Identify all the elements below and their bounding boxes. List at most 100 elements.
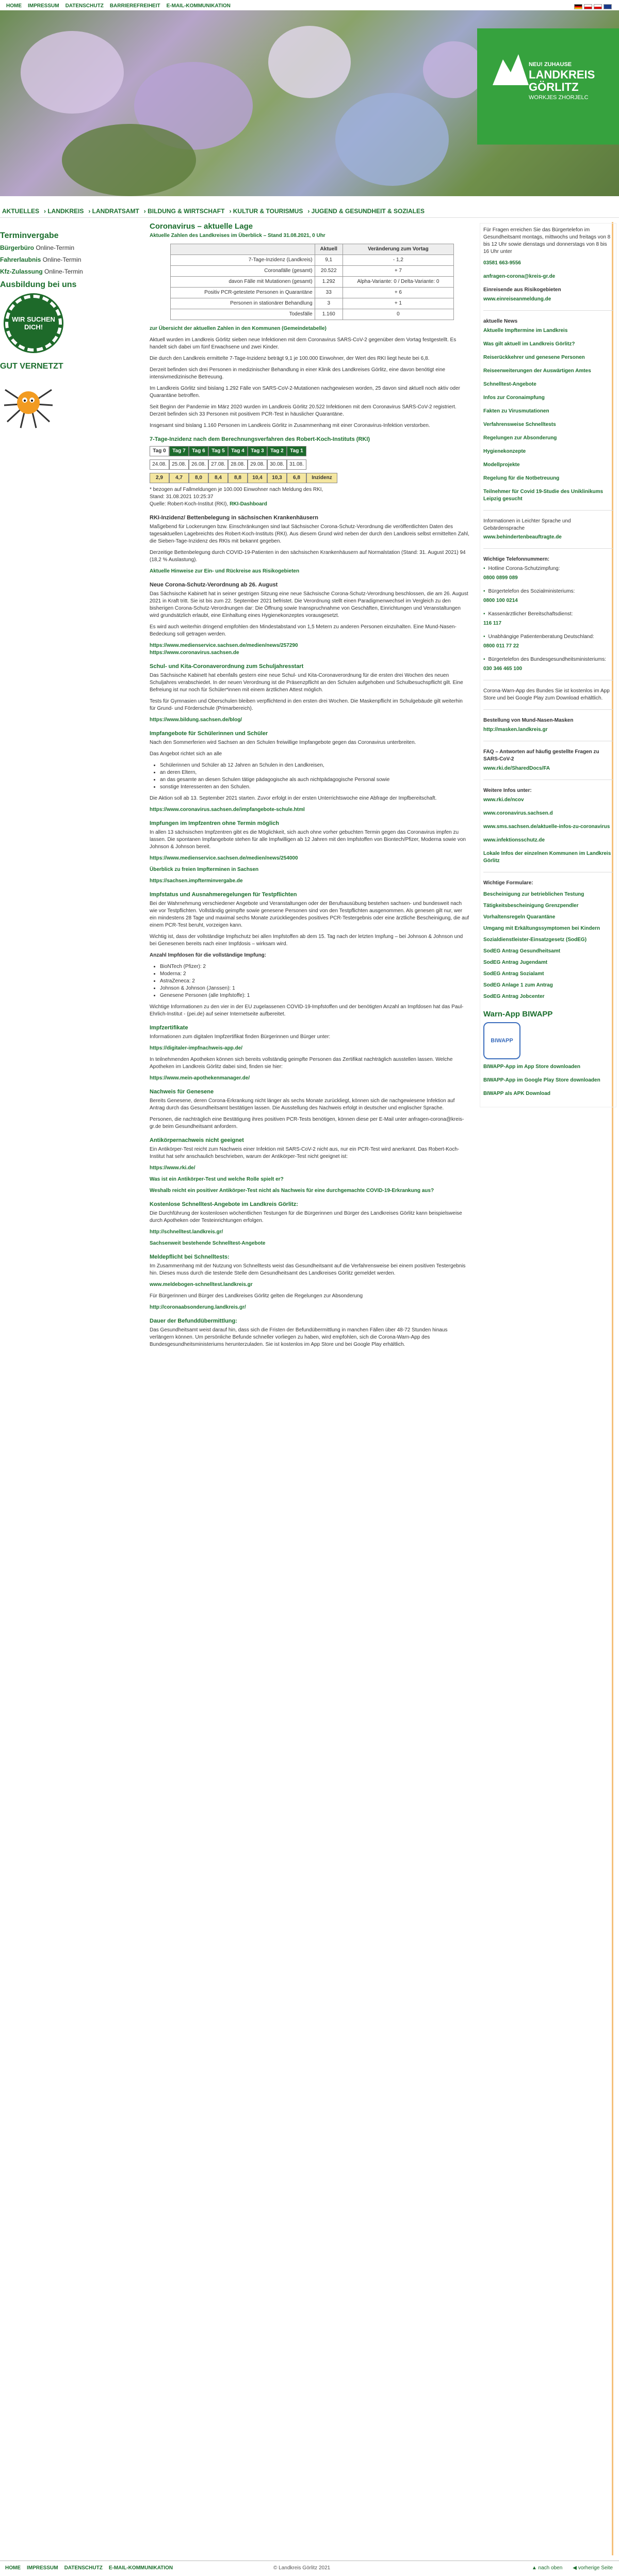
- medienservice-link[interactable]: https://www.medienservice.sachsen.de/med…: [150, 643, 298, 648]
- coronavirus-sachsen-link[interactable]: https://www.coronavirus.sachsen.de: [150, 650, 239, 656]
- nav-bildung[interactable]: › BILDUNG & WIRTSCHAFT: [144, 208, 225, 215]
- formular-link[interactable]: Tätigkeitsbescheinigung Grenzpendler: [483, 902, 613, 910]
- apothekenmanager-link[interactable]: https://www.mein-apothekenmanager.de/: [150, 1075, 250, 1081]
- telefon-heading: Wichtige Telefonnummern:: [483, 556, 550, 562]
- news-link[interactable]: Aktuelle Impftermine im Landkreis: [483, 327, 613, 335]
- flag-cz-icon[interactable]: [584, 4, 592, 9]
- formular-link[interactable]: Vorhaltensregeln Quarantäne: [483, 914, 613, 921]
- formular-link[interactable]: SodEG Antrag Jugendamt: [483, 959, 613, 966]
- week-date-cell: 29.08.: [248, 459, 267, 470]
- impfangebote-schule-link[interactable]: https://www.coronavirus.sachsen.de/impfa…: [150, 807, 305, 813]
- news-link[interactable]: Was gilt aktuell im Landkreis Görlitz?: [483, 341, 613, 348]
- formular-link[interactable]: SodEG Antrag Sozialamt: [483, 971, 613, 978]
- meldebogen-link[interactable]: www.meldebogen-schnelltest.landkreis.gr: [150, 1282, 253, 1287]
- back-link[interactable]: ◀ vorherige Seite: [573, 2565, 613, 2571]
- nav-landratsamt[interactable]: › LANDRATSAMT: [88, 208, 139, 215]
- weitere-infos-link[interactable]: www.coronavirus.sachsen.d: [483, 810, 613, 817]
- biwapp-link[interactable]: BIWAPP als APK Download: [483, 1090, 613, 1098]
- formular-link[interactable]: SodEG Antrag Jobcenter: [483, 993, 613, 1000]
- bildung-blog-link[interactable]: https://www.bildung.sachsen.de/blog/: [150, 717, 242, 723]
- rki-dashboard-link[interactable]: RKI-Dashboard: [230, 501, 267, 507]
- news-link[interactable]: Regelungen zur Absonderung: [483, 435, 613, 442]
- news-link[interactable]: Teilnehmer für Covid 19-Studie des Unikl…: [483, 488, 613, 503]
- footer-home-link[interactable]: HOME: [5, 2565, 21, 2571]
- top-home-link[interactable]: HOME: [6, 3, 22, 9]
- news-link[interactable]: Hygienekonzepte: [483, 448, 613, 455]
- top-impressum-link[interactable]: IMPRESSUM: [28, 3, 59, 9]
- page-title: Coronavirus – aktuelle Lage: [150, 222, 253, 231]
- nav-kultur[interactable]: › KULTUR & TOURISMUS: [229, 208, 303, 215]
- nav-landkreis[interactable]: › LANDKREIS: [44, 208, 84, 215]
- sidebar-item-kfz[interactable]: Kfz-Zulassung Online-Termin: [0, 267, 137, 276]
- masken-link[interactable]: http://masken.landkreis.gr: [483, 726, 613, 734]
- weitere-infos-link[interactable]: www.rki.de/ncov: [483, 797, 613, 804]
- top-email-link[interactable]: E-MAIL-KOMMUNIKATION: [167, 3, 231, 9]
- news-link[interactable]: Schnelltest-Angebote: [483, 381, 613, 388]
- sidebar-item-buergerbuero[interactable]: Bürgerbüro Online-Termin: [0, 244, 137, 252]
- news-link[interactable]: Fakten zu Virusmutationen: [483, 408, 613, 415]
- formular-link[interactable]: SodEG Antrag Gesundheitsamt: [483, 948, 613, 955]
- week-date-cell: 27.08.: [208, 459, 228, 470]
- news-link[interactable]: Infos zur Coronaimpfung: [483, 394, 613, 402]
- news-link[interactable]: Verfahrensweise Schnelltests: [483, 421, 613, 428]
- gemeindetabelle-link[interactable]: zur Übersicht der aktuellen Zahlen in de…: [150, 326, 327, 331]
- scroll-top-link[interactable]: ▲ nach oben: [532, 2565, 562, 2571]
- hotline-email[interactable]: anfragen-corona@kreis-gr.de: [483, 273, 613, 280]
- news-link[interactable]: Reiseerweiterungen der Auswärtigen Amtes: [483, 368, 613, 375]
- schnelltest-link[interactable]: http://schnelltest.landkreis.gr/: [150, 1229, 223, 1235]
- impfnachweis-app-link[interactable]: https://digitaler-impfnachweis-app.de/: [150, 1045, 242, 1051]
- formular-link[interactable]: Bescheinigung zur betrieblichen Testung: [483, 891, 613, 898]
- flag-pl-icon[interactable]: [594, 4, 602, 9]
- top-datenschutz-link[interactable]: DATENSCHUTZ: [66, 3, 104, 9]
- telefon-number[interactable]: 0800 100 0214: [483, 597, 613, 605]
- flag-en-icon[interactable]: [604, 4, 612, 9]
- footer-impressum-link[interactable]: IMPRESSUM: [27, 2565, 58, 2571]
- leichte-sprache-link[interactable]: www.behindertenbeauftragte.de: [483, 534, 613, 541]
- flag-de-icon[interactable]: [574, 4, 582, 9]
- footer-email-link[interactable]: E-MAIL-KOMMUNIKATION: [109, 2565, 173, 2571]
- formular-link[interactable]: Sozialdienstleister-Einsatzgesetz (SodEG…: [483, 936, 613, 944]
- medienservice-news-link[interactable]: https://www.medienservice.sachsen.de/med…: [150, 855, 298, 861]
- inzidenz-label: Inzidenz: [306, 473, 337, 483]
- biwapp-link[interactable]: BIWAPP-App im App Store downloaden: [483, 1063, 613, 1071]
- nav-jugend[interactable]: › JUGEND & GESUNDHEIT & SOZIALES: [307, 208, 425, 215]
- telefon-number[interactable]: 0800 011 77 22: [483, 643, 613, 650]
- weitere-infos-link[interactable]: www.sms.sachsen.de/aktuelle-infos-zu-cor…: [483, 823, 613, 831]
- antikoerper-nachweis-link[interactable]: Weshalb reicht ein positiver Antikörper-…: [150, 1188, 434, 1194]
- rki-link[interactable]: https://www.rki.de/: [150, 1165, 196, 1171]
- telefon-number[interactable]: 0800 0899 089: [483, 575, 613, 582]
- sidebar-item-fahrerlaubnis[interactable]: Fahrerlaubnis Online-Termin: [0, 256, 137, 264]
- biwapp-logo[interactable]: BIWAPP: [483, 1022, 520, 1059]
- news-link[interactable]: Regelung für die Notbetreuung: [483, 475, 613, 482]
- schnelltest-sachsen-link[interactable]: Sachsenweit bestehende Schnelltest-Angeb…: [150, 1241, 266, 1246]
- gut-vernetzt-heading: GUT VERNETZT: [0, 362, 63, 371]
- nav-aktuelles[interactable]: AKTUELLES: [2, 208, 39, 215]
- news-link[interactable]: Modellprojekte: [483, 462, 613, 469]
- faq-link[interactable]: www.rki.de/SharedDocs/FA: [483, 765, 613, 772]
- top-barrierefreiheit-link[interactable]: BARRIEREFREIHEIT: [110, 3, 160, 9]
- risikogebiete-link[interactable]: Aktuelle Hinweise zur Ein- und Rückreise…: [150, 568, 299, 574]
- weitere-infos-link[interactable]: www.infektionsschutz.de: [483, 837, 613, 844]
- telefon-number[interactable]: 030 346 465 100: [483, 665, 613, 673]
- table-row: Personen in stationärer Behandlung 3 + 1: [170, 298, 454, 309]
- recruiting-badge[interactable]: WIR SUCHEN DICH!: [5, 295, 62, 352]
- impfterminvergabe-link[interactable]: https://sachsen.impfterminvergabe.de: [150, 878, 243, 884]
- absonderung-link[interactable]: http://coronaabsonderung.landkreis.gr/: [150, 1305, 246, 1310]
- stats-subtitle: Aktuelle Zahlen des Landkreises im Überb…: [150, 233, 325, 238]
- formular-link[interactable]: Umgang mit Erkältungssymptomen bei Kinde…: [483, 925, 613, 932]
- landkreis-logo[interactable]: NEU! ZUHAUSE LANDKREIS GÖRLITZ WORKJES ZH…: [477, 28, 619, 145]
- spider-network-icon[interactable]: [0, 374, 57, 431]
- telefon-number[interactable]: 116 117: [483, 620, 613, 627]
- footer-datenschutz-link[interactable]: DATENSCHUTZ: [64, 2565, 103, 2571]
- antikoerper-test-link[interactable]: Was ist ein Antikörper-Test und welche R…: [150, 1176, 284, 1182]
- section-heading: Antikörpernachweis nicht geeignet: [150, 1137, 244, 1143]
- freie-impftermine-link[interactable]: Überblick zu freien Impfterminen in Sach…: [150, 867, 258, 872]
- einreise-link[interactable]: www.einreiseanmeldung.de: [483, 296, 613, 303]
- week-header-cell: Tag 2: [267, 446, 287, 456]
- news-link[interactable]: Reiserückkehrer und genesene Personen: [483, 354, 613, 361]
- weitere-infos-link[interactable]: Lokale Infos der einzelnen Kommunen im L…: [483, 850, 613, 865]
- hotline-phone[interactable]: 03581 663-9556: [483, 260, 613, 267]
- formular-link[interactable]: SodEG Anlage 1 zum Antrag: [483, 982, 613, 989]
- biwapp-link[interactable]: BIWAPP-App im Google Play Store download…: [483, 1077, 613, 1084]
- list-item: BioNTech (Pfizer): 2: [160, 963, 469, 971]
